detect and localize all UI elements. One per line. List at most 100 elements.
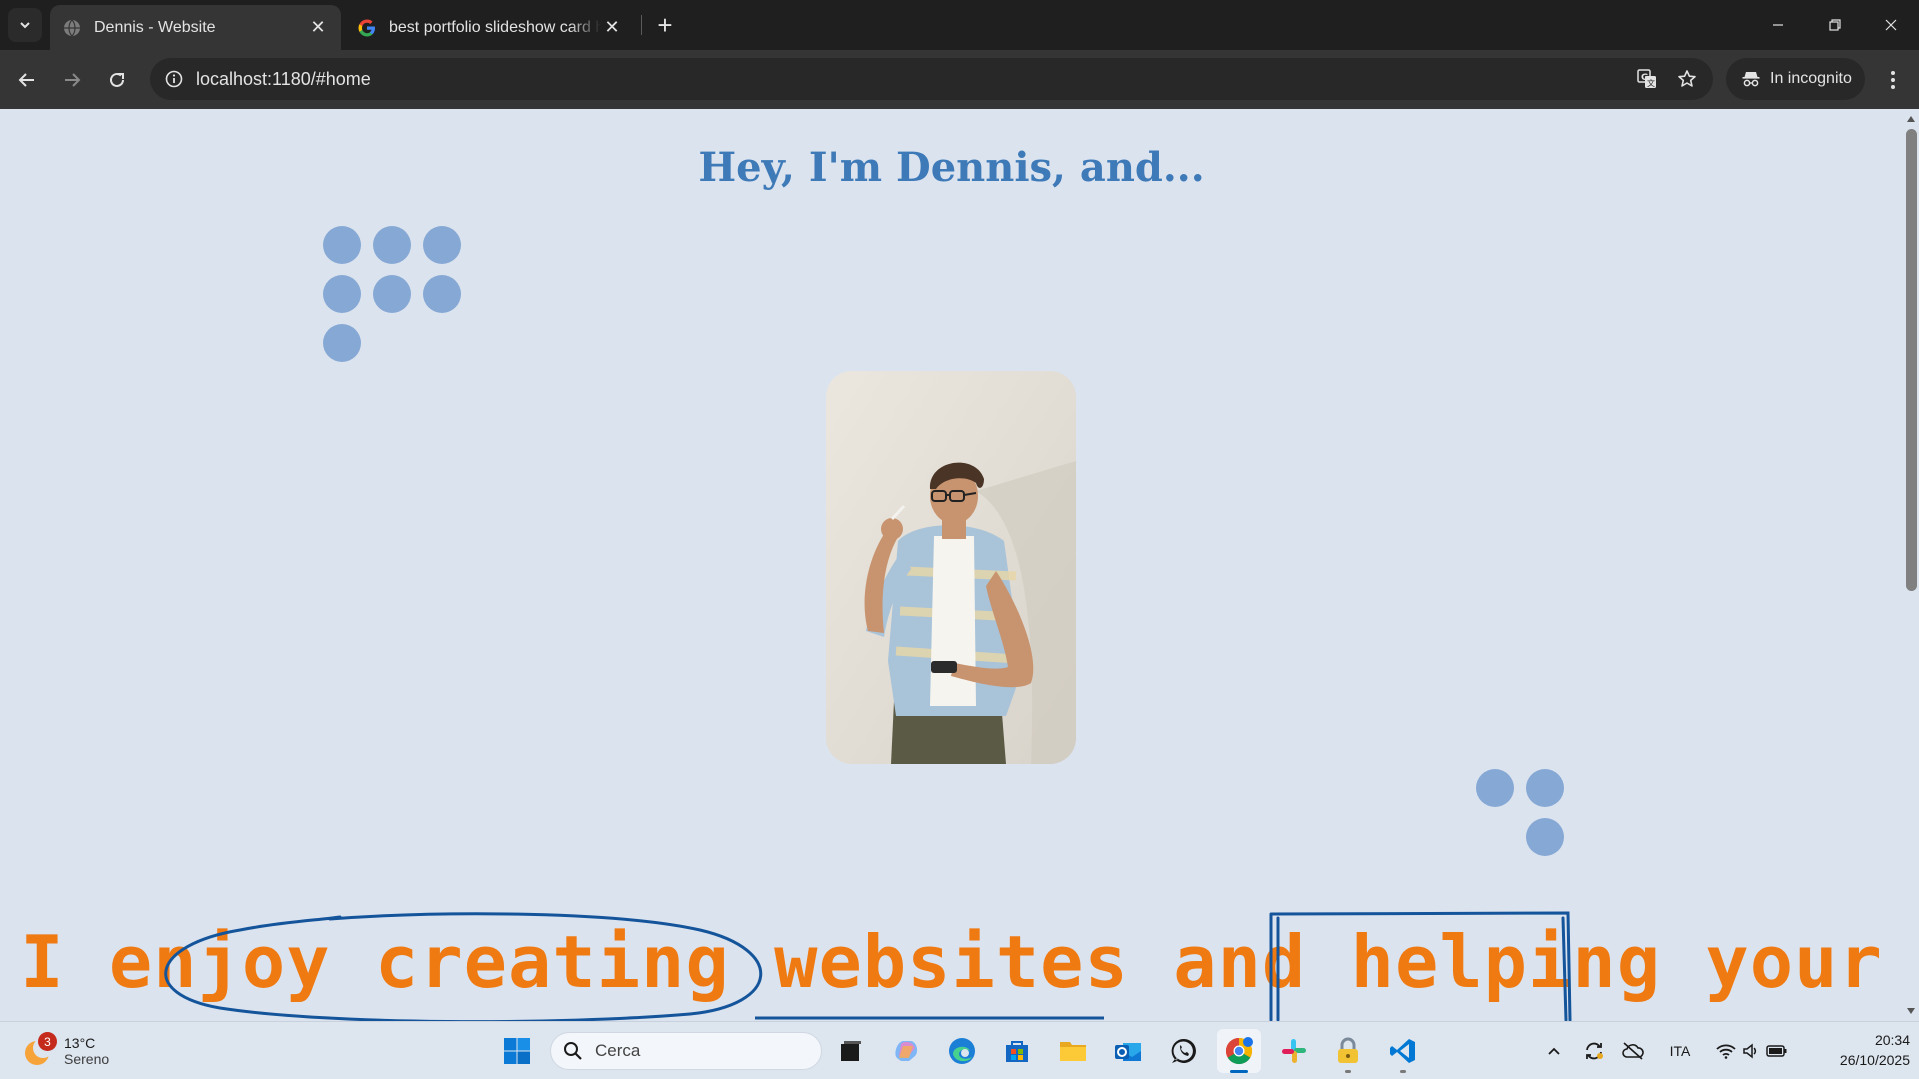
chrome-icon [1225, 1037, 1253, 1065]
decorative-dot [1526, 769, 1564, 807]
reload-icon [110, 72, 124, 87]
new-tab-button[interactable]: + [650, 10, 680, 40]
taskbar-search[interactable]: Cerca [550, 1032, 822, 1070]
decorative-dot [373, 226, 411, 264]
kebab-menu-icon [1891, 71, 1895, 89]
decorative-dot [323, 275, 361, 313]
arrow-right-icon [65, 73, 81, 87]
weather-temperature: 13°C [64, 1035, 96, 1051]
windows-logo-icon [504, 1038, 530, 1064]
decorative-dot [423, 226, 461, 264]
copilot-icon [895, 1041, 918, 1061]
outlook-icon [1115, 1043, 1141, 1061]
close-tab-icon[interactable]: ✕ [307, 17, 329, 39]
onedrive-tray-button[interactable] [1619, 1036, 1647, 1066]
vpn-app[interactable] [1326, 1029, 1370, 1073]
weather-alert-badge: 3 [38, 1032, 57, 1051]
page-scrollbar[interactable] [1903, 109, 1919, 1021]
scroll-down-arrow-icon[interactable] [1906, 1006, 1916, 1016]
input-language-indicator[interactable]: ITA [1662, 1036, 1698, 1066]
browser-toolbar: localhost:1180/#home G文 In incognito [0, 50, 1919, 109]
clock-time: 20:34 [1874, 1032, 1910, 1048]
task-view-icon [841, 1041, 861, 1061]
tab-search-button[interactable] [8, 8, 42, 42]
google-icon [357, 18, 377, 38]
restore-button[interactable] [1806, 0, 1863, 50]
edge-app[interactable] [940, 1029, 984, 1073]
translate-icon[interactable]: G文 [1627, 58, 1667, 100]
slack-icon [1282, 1039, 1306, 1063]
chevron-down-icon [20, 22, 30, 29]
folder-icon [1060, 1042, 1086, 1061]
show-hidden-icons-button[interactable] [1540, 1036, 1568, 1066]
page-viewport: Hey, I'm Dennis, and... [0, 109, 1903, 1021]
outlook-app[interactable] [1106, 1029, 1150, 1073]
browser-tab-bar: Dennis - Website ✕ best portfolio slides… [0, 0, 1919, 50]
active-app-indicator [1230, 1070, 1248, 1073]
lock-icon [1338, 1037, 1358, 1063]
incognito-label: In incognito [1770, 70, 1852, 87]
decorative-dot [1526, 818, 1564, 856]
store-icon [1006, 1041, 1028, 1062]
hero-tagline: I enjoy creating websites and helping yo… [20, 920, 1883, 1004]
search-placeholder: Cerca [595, 1041, 641, 1060]
chrome-app[interactable] [1217, 1029, 1261, 1073]
scroll-up-arrow-icon[interactable] [1906, 114, 1916, 124]
profile-photo [826, 371, 1076, 764]
start-button[interactable] [495, 1029, 539, 1073]
reload-button[interactable] [100, 63, 134, 97]
sync-icon [1586, 1042, 1603, 1060]
url-text[interactable]: localhost:1180/#home [196, 69, 1627, 90]
back-button[interactable] [10, 63, 44, 97]
globe-icon [62, 18, 82, 38]
system-clock[interactable]: 20:34 26/10/2025 [1810, 1030, 1910, 1070]
battery-icon [1766, 1045, 1787, 1057]
cloud-off-icon [1622, 1042, 1644, 1060]
restore-icon [1828, 19, 1841, 31]
close-icon [1885, 19, 1896, 31]
whatsapp-icon [1171, 1038, 1196, 1063]
slack-app[interactable] [1272, 1029, 1316, 1073]
decorative-dot [323, 324, 361, 362]
decorative-dot [1476, 769, 1514, 807]
decorative-dot [373, 275, 411, 313]
arrow-left-icon [18, 73, 34, 87]
decorative-dot [423, 275, 461, 313]
edge-icon [949, 1038, 975, 1064]
incognito-indicator[interactable]: In incognito [1726, 58, 1865, 100]
address-bar[interactable]: localhost:1180/#home G文 [150, 58, 1713, 100]
minimize-icon [1772, 24, 1783, 26]
bookmark-star-icon[interactable] [1667, 58, 1707, 100]
decorative-dot [323, 226, 361, 264]
tab-title: Dennis - Website [94, 18, 216, 36]
scrollbar-thumb[interactable] [1906, 129, 1917, 591]
quick-settings-button[interactable] [1712, 1036, 1792, 1066]
forward-button[interactable] [55, 63, 89, 97]
site-info-icon[interactable] [154, 58, 194, 100]
minimize-button[interactable] [1749, 0, 1806, 50]
whatsapp-app[interactable] [1162, 1029, 1206, 1073]
vscode-icon [1390, 1039, 1415, 1063]
file-explorer-app[interactable] [1051, 1029, 1095, 1073]
chevron-up-icon [1548, 1047, 1560, 1055]
task-view-button[interactable] [829, 1029, 873, 1073]
close-window-button[interactable] [1862, 0, 1919, 50]
tab-portfolio-search[interactable]: best portfolio slideshow card html ✕ [345, 5, 635, 50]
running-app-indicator [1345, 1070, 1351, 1073]
svg-text:文: 文 [1647, 78, 1655, 88]
browser-menu-button[interactable] [1876, 63, 1910, 97]
tab-title: best portfolio slideshow card html [389, 18, 601, 36]
running-app-indicator [1400, 1070, 1406, 1073]
hero-greeting: Hey, I'm Dennis, and... [698, 144, 1205, 191]
microsoft-store-app[interactable] [995, 1029, 1039, 1073]
weather-condition: Sereno [64, 1051, 110, 1067]
wifi-icon [1716, 1044, 1736, 1059]
volume-icon [1743, 1043, 1757, 1059]
sync-tray-button[interactable] [1580, 1036, 1608, 1066]
weather-widget[interactable]: 3 13°C Sereno [22, 1030, 109, 1072]
tab-dennis-website[interactable]: Dennis - Website ✕ [50, 5, 341, 50]
close-tab-icon[interactable]: ✕ [601, 17, 623, 39]
incognito-icon [1742, 71, 1760, 87]
copilot-app[interactable] [884, 1029, 928, 1073]
vscode-app[interactable] [1381, 1029, 1425, 1073]
